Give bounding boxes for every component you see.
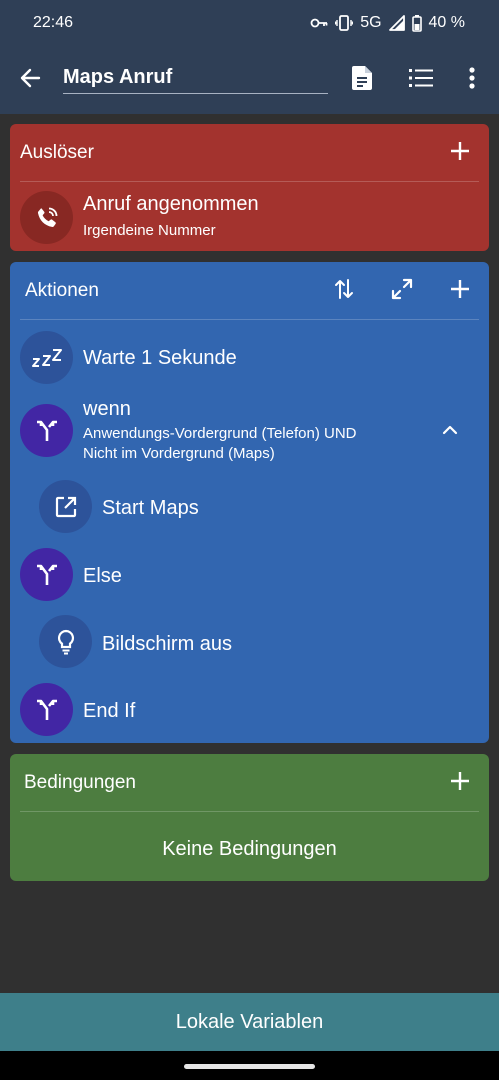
plus-icon bbox=[450, 771, 470, 796]
more-options-button[interactable] bbox=[448, 56, 496, 104]
document-icon bbox=[352, 65, 372, 95]
conditions-title: Bedingungen bbox=[24, 772, 136, 793]
swap-vertical-icon bbox=[334, 278, 354, 305]
conditions-card: Bedingungen Keine Bedingungen bbox=[10, 754, 489, 881]
fork-icon bbox=[20, 683, 73, 736]
add-trigger-button[interactable] bbox=[436, 129, 484, 177]
action-label: wenn bbox=[83, 398, 131, 420]
navigation-bar bbox=[0, 1051, 499, 1080]
action-label: Start Maps bbox=[102, 497, 199, 519]
vibrate-icon bbox=[335, 15, 354, 31]
document-button[interactable] bbox=[338, 56, 386, 104]
macro-name-input[interactable]: Maps Anruf bbox=[63, 64, 328, 94]
action-label: Else bbox=[83, 565, 122, 587]
home-handle[interactable] bbox=[184, 1064, 315, 1069]
lightbulb-icon bbox=[39, 615, 92, 668]
more-vert-icon bbox=[469, 66, 475, 94]
list-view-button[interactable] bbox=[397, 56, 445, 104]
no-conditions-text: Keine Bedingungen bbox=[162, 838, 337, 860]
network-type: 5G bbox=[360, 14, 382, 31]
back-arrow-icon bbox=[19, 67, 41, 94]
action-label: Warte 1 Sekunde bbox=[83, 347, 237, 369]
open-external-icon bbox=[39, 480, 92, 533]
divider bbox=[20, 811, 479, 812]
key-icon bbox=[310, 17, 328, 29]
reorder-button[interactable] bbox=[320, 267, 368, 315]
sleep-zzz-icon bbox=[20, 331, 73, 384]
list-icon bbox=[409, 68, 433, 92]
actions-title: Aktionen bbox=[25, 280, 99, 301]
add-condition-button[interactable] bbox=[436, 759, 484, 807]
fork-icon bbox=[20, 404, 73, 457]
collapse-button[interactable] bbox=[426, 407, 474, 455]
plus-icon bbox=[450, 279, 470, 304]
conditions-header: Bedingungen bbox=[10, 754, 489, 812]
chevron-up-icon bbox=[442, 422, 458, 440]
expand-icon bbox=[391, 278, 413, 305]
trigger-card: Auslöser Anruf angenommen Irgendeine Num… bbox=[10, 124, 489, 251]
battery-icon bbox=[411, 14, 422, 32]
plus-icon bbox=[450, 141, 470, 166]
actions-header: Aktionen bbox=[10, 262, 489, 320]
action-sub-line2: Nicht im Vordergrund (Maps) bbox=[83, 445, 275, 462]
divider bbox=[20, 319, 479, 320]
trigger-label: Anruf angenommen bbox=[83, 193, 259, 215]
local-variables-button[interactable]: Lokale Variablen bbox=[0, 993, 499, 1051]
battery-level: 40 % bbox=[428, 14, 465, 31]
actions-card: Aktionen Warte 1 Sekunde wenn Anwendungs… bbox=[10, 262, 489, 743]
divider bbox=[20, 181, 479, 182]
status-bar: 22:46 5G 40 % bbox=[0, 0, 499, 46]
system-icons: 5G 40 % bbox=[310, 14, 465, 32]
fork-icon bbox=[20, 548, 73, 601]
app-bar: Maps Anruf bbox=[0, 46, 499, 114]
signal-icon bbox=[388, 15, 405, 31]
phone-call-icon bbox=[20, 191, 73, 244]
back-button[interactable] bbox=[1, 56, 59, 104]
action-label: Bildschirm aus bbox=[102, 633, 233, 655]
trigger-header: Auslöser bbox=[10, 124, 489, 182]
trigger-sub: Irgendeine Nummer bbox=[83, 222, 216, 239]
add-action-button[interactable] bbox=[436, 267, 484, 315]
action-label: End If bbox=[83, 700, 136, 722]
trigger-title: Auslöser bbox=[20, 142, 94, 163]
action-sub-line1: Anwendungs-Vordergrund (Telefon) UND bbox=[83, 425, 357, 442]
status-time: 22:46 bbox=[33, 14, 74, 31]
expand-button[interactable] bbox=[378, 267, 426, 315]
